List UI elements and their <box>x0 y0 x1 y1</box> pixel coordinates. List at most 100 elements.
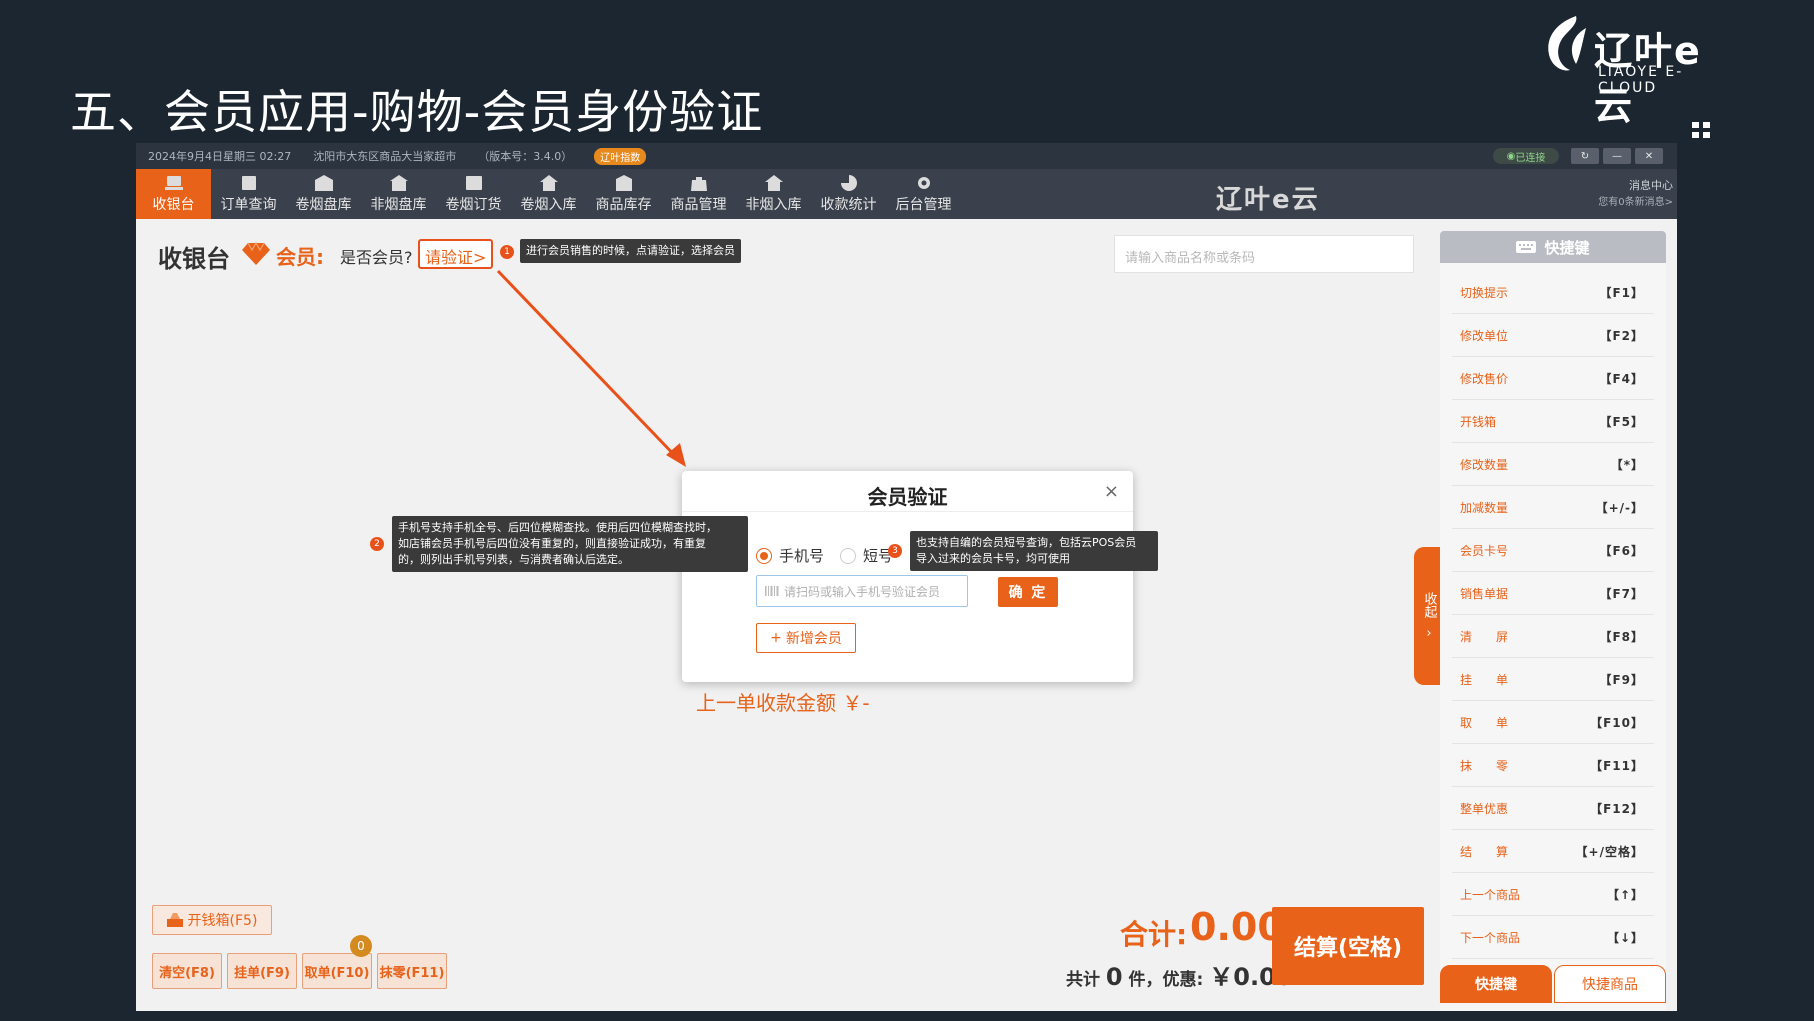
shortcut-row[interactable]: 加减数量 【+/-】 <box>1452 486 1654 529</box>
tab-shortcuts[interactable]: 快捷键 <box>1440 965 1552 1003</box>
nav-order-query[interactable]: 订单查询 <box>211 169 286 219</box>
shortcut-row[interactable]: 结 算【+/空格】 <box>1452 830 1654 873</box>
panel-tabs: 快捷键 快捷商品 <box>1440 965 1666 1003</box>
grid-dots-icon <box>1692 122 1710 138</box>
close-window-icon[interactable]: ✕ <box>1635 148 1663 164</box>
close-icon[interactable]: × <box>1104 481 1119 502</box>
pending-orders-badge: 0 <box>350 935 372 957</box>
home-in-icon <box>539 174 558 191</box>
divider <box>682 511 1133 512</box>
annotation-2: 手机号支持手机全号、后四位模糊查找。使用后四位模糊查找时， 如店铺会员手机号后四… <box>392 516 748 572</box>
index-tag[interactable]: 辽叶指数 <box>594 147 647 165</box>
nav-cigarette-stockin[interactable]: 卷烟入库 <box>511 169 586 219</box>
shortcut-panel: 快捷键 切换提示 【F1】 修改单位 【F2】 修改售价 【F4】 开钱箱 【F5】 修… <box>1440 231 1666 1011</box>
checkout-button[interactable]: 结算(空格) <box>1272 907 1424 985</box>
hang-order-button[interactable]: 挂单(F9) <box>227 953 297 989</box>
tab-quick-products[interactable]: 快捷商品 <box>1554 965 1666 1003</box>
member-verify-input[interactable]: 请扫码或输入手机号验证会员 <box>756 575 968 607</box>
shortcut-row[interactable]: 切换提示 【F1】 <box>1452 271 1654 314</box>
member-verify-dialog: 会员验证 × 手机号 短号 请扫码或输入手机号验证会员 确 定 + 新增会员 <box>682 471 1133 682</box>
slide-title: 五、会员应用-购物-会员身份验证 <box>70 85 764 139</box>
shortcut-row[interactable]: 开钱箱 【F5】 <box>1452 400 1654 443</box>
brand-logo: 辽叶e云 LIAOYE E-CLOUD <box>1536 14 1736 128</box>
page-title: 收银台 <box>158 245 230 273</box>
leaf-logo-icon <box>1548 16 1586 71</box>
open-drawer-button[interactable]: 开钱箱(F5) <box>152 905 272 935</box>
product-search-input[interactable]: 请输入商品名称或条码 <box>1114 235 1414 273</box>
keyboard-icon <box>1516 241 1537 253</box>
version: （版本号：3.4.0） <box>478 150 573 163</box>
order-icon <box>241 175 256 190</box>
inventory-icon <box>314 174 333 191</box>
shortcut-row[interactable]: 清 屏【F8】 <box>1452 615 1654 658</box>
edit-icon <box>465 175 482 190</box>
nav-backend[interactable]: 后台管理 <box>886 169 961 219</box>
main-nav: 收银台 订单查询 卷烟盘库 非烟盘库 卷烟订货 卷烟入库 商品库存 商品管理 非… <box>136 169 1677 219</box>
round-off-button[interactable]: 抹零(F11) <box>377 953 447 989</box>
verify-member-link[interactable]: 请验证> <box>418 239 494 269</box>
nav-noncig-inventory[interactable]: 非烟盘库 <box>361 169 436 219</box>
refresh-icon[interactable]: ↻ <box>1571 148 1599 164</box>
shortcut-header: 快捷键 <box>1440 231 1666 263</box>
nav-brand-logo: 辽叶e云 <box>1216 185 1320 215</box>
pie-icon <box>840 174 857 191</box>
stock-icon <box>615 174 632 191</box>
store-name: 沈阳市大东区商品大当家超市 <box>313 150 457 163</box>
barcode-icon <box>765 586 779 596</box>
radio-phone[interactable]: 手机号 <box>756 545 824 566</box>
total-label: 合计: <box>1120 918 1188 951</box>
nav-cashier[interactable]: 收银台 <box>136 169 211 219</box>
message-center[interactable]: 消息中心 您有0条新消息> <box>1598 177 1673 211</box>
add-member-button[interactable]: + 新增会员 <box>756 623 856 653</box>
shortcut-row[interactable]: 修改售价 【F4】 <box>1452 357 1654 400</box>
minimize-icon[interactable]: — <box>1603 148 1631 164</box>
home-icon <box>764 174 783 191</box>
confirm-button[interactable]: 确 定 <box>998 577 1058 607</box>
shortcut-row[interactable]: 整单优惠 【F12】 <box>1452 787 1654 830</box>
member-question: 是否会员? <box>340 248 413 267</box>
shortcut-row[interactable]: 挂 单【F9】 <box>1452 658 1654 701</box>
clear-button[interactable]: 清空(F8) <box>152 953 222 989</box>
item-count: 0 <box>1105 963 1123 991</box>
previous-order-amount: 上一单收款金额 ￥- <box>696 691 870 715</box>
nav-payment-stats[interactable]: 收款统计 <box>811 169 886 219</box>
nav-product-stock[interactable]: 商品库存 <box>586 169 661 219</box>
datetime: 2024年9月4日星期三 02:27 <box>148 150 292 163</box>
shortcut-row[interactable]: 修改数量 【*】 <box>1452 443 1654 486</box>
annotation-1: 进行会员销售的时候，点请验证，选择会员 <box>520 239 741 263</box>
shortcut-row[interactable]: 取 单【F10】 <box>1452 701 1654 744</box>
radio-short-number[interactable]: 短号 <box>840 545 893 566</box>
annotation-number: 1 <box>500 245 514 259</box>
wifi-status: ◉ 已连接 <box>1493 148 1559 164</box>
member-label: 会员: <box>276 245 324 269</box>
take-order-button[interactable]: 取单(F10) <box>302 953 372 989</box>
annotation-3: 也支持自编的会员短号查询，包括云POS会员 导入过来的会员卡号，均可使用 <box>910 531 1158 571</box>
shortcut-row[interactable]: 抹 零【F11】 <box>1452 744 1654 787</box>
shortcut-row[interactable]: 修改单位 【F2】 <box>1452 314 1654 357</box>
bag-icon <box>690 176 707 191</box>
total-value: 0.00 <box>1190 905 1284 949</box>
nav-noncig-stockin[interactable]: 非烟入库 <box>736 169 811 219</box>
warehouse-icon <box>389 174 408 191</box>
dialog-title: 会员验证 <box>867 485 948 509</box>
gear-icon <box>917 176 930 189</box>
shortcut-row[interactable]: 上一个商品 【↑】 <box>1452 873 1654 916</box>
plus-icon: + <box>770 630 782 646</box>
shortcut-row[interactable]: 销售单据 【F7】 <box>1452 572 1654 615</box>
nav-product-manage[interactable]: 商品管理 <box>661 169 736 219</box>
shortcut-list: 切换提示 【F1】 修改单位 【F2】 修改售价 【F4】 开钱箱 【F5】 修改数量【… <box>1440 271 1666 959</box>
nav-cigarette-order[interactable]: 卷烟订货 <box>436 169 511 219</box>
order-summary: 共计 0 件，优惠: ￥0.00 <box>1066 963 1293 991</box>
window-controls: ◉ 已连接 ↻ — ✕ <box>1493 148 1663 164</box>
shortcut-row[interactable]: 下一个商品 【↓】 <box>1452 916 1654 959</box>
logo-subtitle: LIAOYE E-CLOUD <box>1598 64 1684 96</box>
verify-type-radio-group: 手机号 短号 <box>756 545 893 566</box>
annotation-number: 2 <box>370 537 384 551</box>
chevron-right-icon: › <box>1426 625 1432 641</box>
cashier-icon <box>164 175 183 190</box>
status-bar: 2024年9月4日星期三 02:27 沈阳市大东区商品大当家超市 （版本号：3.… <box>136 143 1677 169</box>
pos-screen: 2024年9月4日星期三 02:27 沈阳市大东区商品大当家超市 （版本号：3.… <box>136 143 1677 1011</box>
nav-cigarette-inventory[interactable]: 卷烟盘库 <box>286 169 361 219</box>
drawer-icon <box>166 913 183 927</box>
shortcut-row[interactable]: 会员卡号 【F6】 <box>1452 529 1654 572</box>
